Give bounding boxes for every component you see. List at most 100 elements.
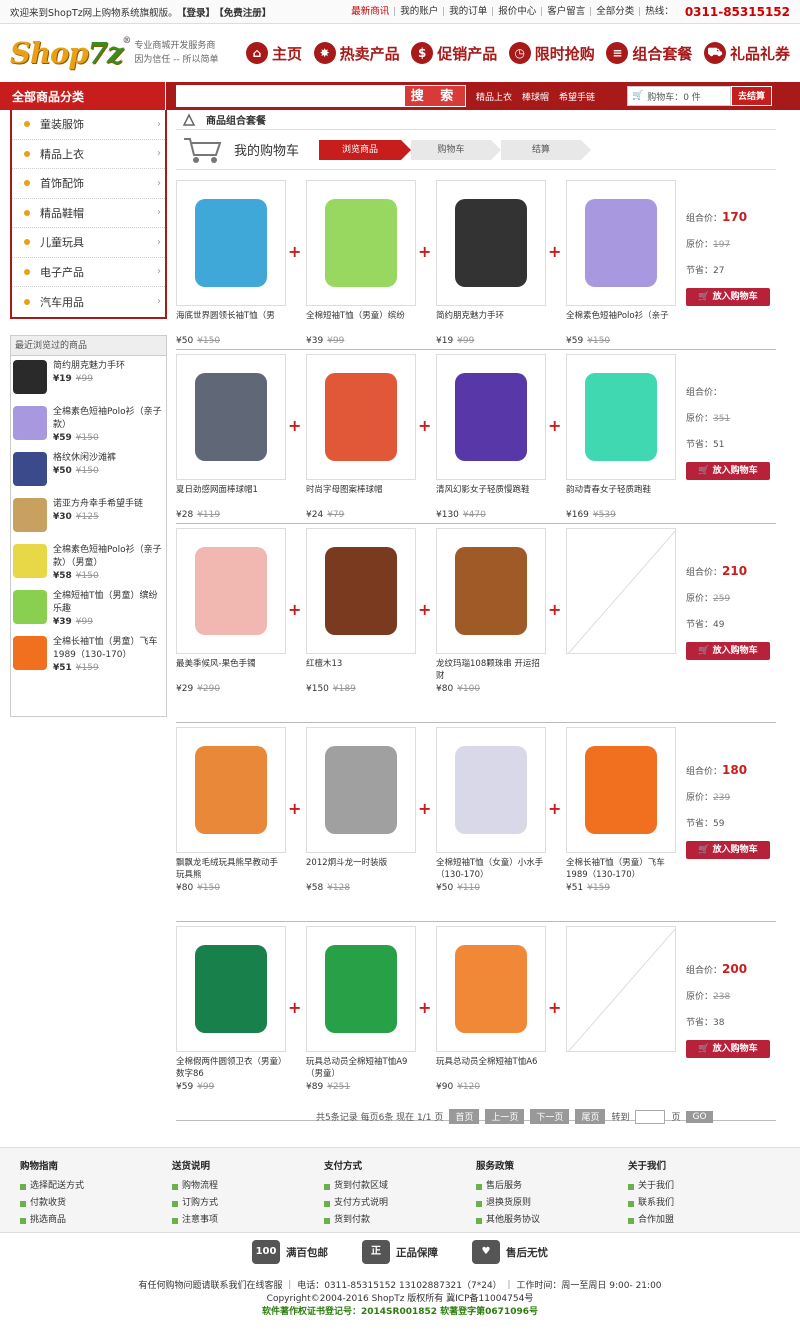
product-name[interactable]: 时尚字母图案棒球帽 [306, 484, 416, 508]
product-thumbnail[interactable] [13, 543, 47, 578]
hot-keyword[interactable]: 精品上衣 [476, 90, 512, 103]
product-name[interactable]: 全棉短袖T恤（女童）小水手（130-170） [436, 857, 546, 881]
footer-link[interactable]: 货到付款区域 [324, 1178, 476, 1195]
product-name[interactable]: 玩具总动员全棉短袖T恤A6 [436, 1056, 546, 1080]
product-thumbnail[interactable] [13, 451, 47, 486]
category-item[interactable]: 首饰配饰 › [12, 169, 165, 199]
footer-link[interactable]: 订购方式 [172, 1195, 324, 1212]
top-link-quotes[interactable]: 报价中心 [492, 7, 541, 16]
footer-link[interactable]: 关于我们 [628, 1178, 780, 1195]
product-name[interactable]: 最美季候风-果色手镯 [176, 658, 286, 682]
pager-prev[interactable]: 上一页 [485, 1109, 525, 1124]
recent-item[interactable]: 全棉素色短袖Polo衫（亲子款）（男童） ¥58 ¥150 [11, 540, 166, 586]
add-to-cart-button[interactable]: 🛒 放入购物车 [686, 1040, 770, 1058]
product-image[interactable] [566, 354, 676, 480]
nav-combo[interactable]: ≡ 组合套餐 [606, 42, 692, 64]
pager-last[interactable]: 尾页 [575, 1109, 606, 1124]
category-item[interactable]: 童装服饰 › [12, 110, 165, 140]
top-link-account[interactable]: 我的账户 [394, 7, 443, 16]
login-link[interactable]: 【登录】 [182, 8, 215, 19]
recent-item[interactable]: 全棉素色短袖Polo衫（亲子款） ¥59 ¥150 [11, 402, 166, 448]
add-to-cart-button[interactable]: 🛒 放入购物车 [686, 841, 770, 859]
product-thumbnail[interactable] [13, 405, 47, 440]
product-image[interactable] [436, 528, 546, 654]
recent-item-name[interactable]: 全棉素色短袖Polo衫（亲子款）（男童） [53, 544, 164, 570]
product-thumbnail[interactable] [13, 589, 47, 624]
product-image[interactable] [436, 926, 546, 1052]
add-to-cart-button[interactable]: 🛒 放入购物车 [686, 288, 770, 306]
product-name[interactable]: 海底世界圆领长袖T恤（男 [176, 310, 286, 334]
hot-keyword[interactable]: 棒球帽 [522, 90, 549, 103]
recent-item[interactable]: 全棉短袖T恤（男童）缤纷乐趣 ¥39 ¥99 [11, 586, 166, 632]
mini-cart[interactable]: 🛒 购物车：0 件 [626, 86, 731, 106]
product-image[interactable] [176, 727, 286, 853]
pager-page-input[interactable] [635, 1109, 666, 1124]
category-item[interactable]: 精品上衣 › [12, 140, 165, 169]
footer-link[interactable]: 购物流程 [172, 1178, 324, 1195]
recent-item-name[interactable]: 全棉短袖T恤（男童）缤纷乐趣 [53, 590, 164, 616]
category-item[interactable]: 精品鞋帽 › [12, 199, 165, 228]
product-image[interactable] [566, 727, 676, 853]
checkout-button[interactable]: 去结算 [730, 86, 772, 106]
product-name[interactable]: 简约朋克魅力手环 [436, 310, 546, 334]
footer-link[interactable]: 选择配送方式 [20, 1178, 172, 1195]
product-image[interactable] [306, 926, 416, 1052]
footer-link[interactable]: 付款收货 [20, 1195, 172, 1212]
register-link[interactable]: 【免费注册】 [219, 8, 271, 19]
product-image[interactable] [176, 926, 286, 1052]
product-image[interactable] [436, 354, 546, 480]
top-link-categories[interactable]: 全部分类 [590, 7, 639, 16]
product-image[interactable] [566, 180, 676, 306]
product-name[interactable]: 全棉长袖T恤（男童）飞车1989（130-170） [566, 857, 676, 881]
product-name[interactable]: 夏日劲感网面棒球帽1 [176, 484, 286, 508]
product-name[interactable]: 飘飘龙毛绒玩具熊早教动手玩具熊 [176, 857, 286, 881]
product-image[interactable] [306, 727, 416, 853]
product-image[interactable] [306, 180, 416, 306]
hot-keyword[interactable]: 希望手链 [559, 90, 595, 103]
footer-link[interactable]: 合作加盟 [628, 1212, 780, 1229]
pager-go-button[interactable]: GO [686, 1110, 713, 1123]
product-name[interactable]: 红檀木13 [306, 658, 416, 682]
recent-item-name[interactable]: 全棉素色短袖Polo衫（亲子款） [53, 406, 164, 432]
footer-link[interactable]: 挑选商品 [20, 1212, 172, 1229]
pager-first[interactable]: 首页 [449, 1109, 480, 1124]
category-item[interactable]: 汽车用品 › [12, 287, 165, 317]
product-name[interactable]: 全棉短袖T恤（男童）缤纷 [306, 310, 416, 334]
footer-link[interactable]: 退换货原则 [476, 1195, 628, 1212]
product-thumbnail[interactable] [13, 359, 47, 394]
product-image[interactable] [306, 528, 416, 654]
recent-item-name[interactable]: 全棉长袖T恤（男童）飞车1989（130-170） [53, 636, 164, 662]
product-image[interactable] [176, 528, 286, 654]
product-image[interactable] [436, 180, 546, 306]
recent-item[interactable]: 诺亚方舟幸手希望手链 ¥30 ¥125 [11, 494, 166, 540]
footer-link[interactable]: 其他服务协议 [476, 1212, 628, 1229]
footer-link[interactable]: 支付方式说明 [324, 1195, 476, 1212]
top-link-orders[interactable]: 我的订单 [443, 7, 492, 16]
product-name[interactable]: 韵动青春女子轻质跑鞋 [566, 484, 676, 508]
nav-flash[interactable]: ◷ 限时抢购 [508, 42, 595, 64]
product-name[interactable]: 全棉假两件圆领卫衣（男童）数字86 [176, 1056, 286, 1080]
recent-item-name[interactable]: 诺亚方舟幸手希望手链 [53, 498, 143, 511]
product-name[interactable]: 2012炯斗龙一时装版 [306, 857, 416, 881]
product-name[interactable]: 全棉素色短袖Polo衫（亲子 [566, 310, 676, 334]
product-image[interactable] [176, 180, 286, 306]
category-item[interactable]: 儿童玩具 › [12, 228, 165, 258]
add-to-cart-button[interactable]: 🛒 放入购物车 [686, 642, 770, 660]
product-thumbnail[interactable] [13, 497, 47, 532]
recent-item-name[interactable]: 简约朋克魅力手环 [53, 360, 125, 373]
product-image[interactable] [176, 354, 286, 480]
footer-link[interactable]: 联系我们 [628, 1195, 780, 1212]
search-button[interactable]: 搜 索 [404, 85, 466, 107]
search-input[interactable] [176, 85, 404, 107]
add-to-cart-button[interactable]: 🛒 放入购物车 [686, 462, 770, 480]
top-link-messages[interactable]: 客户留言 [541, 7, 590, 16]
nav-gift[interactable]: ⛟ 礼品礼券 [703, 42, 790, 64]
product-thumbnail[interactable] [13, 635, 47, 670]
site-logo[interactable]: Shop7z ® 专业商城开发服务商 因为信任 -- 所以简单 [10, 36, 240, 70]
nav-home[interactable]: ⌂ 主页 [246, 42, 302, 64]
footer-link[interactable]: 货到付款 [324, 1212, 476, 1229]
recent-item[interactable]: 全棉长袖T恤（男童）飞车1989（130-170） ¥51 ¥159 [11, 632, 166, 678]
product-name[interactable]: 清风幻影女子轻质慢跑鞋 [436, 484, 546, 508]
category-item[interactable]: 电子产品 › [12, 258, 165, 287]
nav-hot[interactable]: ✸ 热卖产品 [313, 42, 400, 64]
